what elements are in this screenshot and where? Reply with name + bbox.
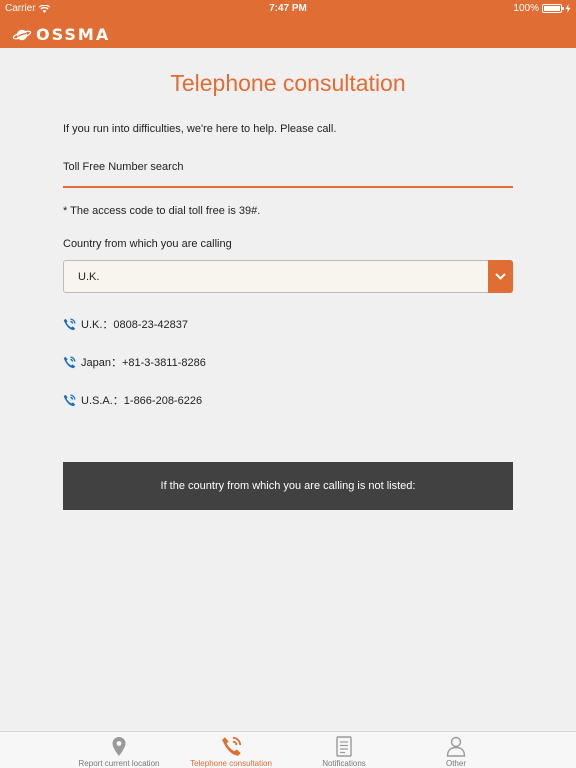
tab-notifications[interactable]: Notifications <box>288 732 400 768</box>
country-select[interactable]: U.K. <box>63 260 513 293</box>
phone-number-text: Japan：+81-3-3811-8286 <box>81 357 206 369</box>
country-select-toggle[interactable] <box>488 260 513 293</box>
access-code-note: * The access code to dial toll free is 3… <box>63 205 261 217</box>
chevron-down-icon <box>495 273 506 280</box>
status-bar: Carrier 7:47 PM 100% <box>0 0 576 18</box>
charging-bolt-icon <box>565 4 571 13</box>
app-header: Carrier 7:47 PM 100% OSSMA <box>0 0 576 48</box>
person-icon <box>446 736 466 757</box>
section-divider <box>63 186 513 188</box>
app-logo: OSSMA <box>12 25 110 44</box>
toll-free-section-title: Toll Free Number search <box>63 161 184 173</box>
tab-bar: Report current location Telephone consul… <box>0 731 576 768</box>
intro-text: If you run into difficulties, we're here… <box>63 123 337 135</box>
phone-icon <box>63 317 76 330</box>
country-select-label: Country from which you are calling <box>63 238 232 250</box>
status-battery-group: 100% <box>513 3 571 14</box>
planet-logo-icon <box>12 29 32 40</box>
phone-number-text: U.K.：0808-23-42837 <box>81 319 189 331</box>
logo-text: OSSMA <box>36 25 111 44</box>
phone-number-usa[interactable]: U.S.A.：1-866-208-6226 <box>63 392 202 408</box>
tab-label: Other <box>445 759 466 768</box>
page-title: Telephone consultation <box>170 70 406 96</box>
battery-fill <box>544 6 560 11</box>
phone-number-japan[interactable]: Japan：+81-3-3811-8286 <box>63 354 206 370</box>
battery-icon <box>542 4 564 13</box>
tab-other[interactable]: Other <box>400 732 512 768</box>
document-icon <box>336 735 352 757</box>
country-select-value: U.K. <box>78 271 100 283</box>
battery-percent: 100% <box>513 3 539 14</box>
tab-label: Notifications <box>322 759 366 768</box>
phone-icon <box>63 355 76 368</box>
phone-icon <box>63 393 76 406</box>
phone-number-uk[interactable]: U.K.：0808-23-42837 <box>63 316 188 332</box>
status-time: 7:47 PM <box>269 3 307 14</box>
location-pin-icon <box>112 736 126 756</box>
tab-label: Telephone consultation <box>190 759 272 768</box>
country-not-listed-button[interactable]: If the country from which you are callin… <box>63 462 513 510</box>
tab-report-location[interactable]: Report current location <box>63 732 175 768</box>
phone-icon <box>221 736 241 756</box>
tab-telephone-consultation[interactable]: Telephone consultation <box>175 732 287 768</box>
phone-number-text: U.S.A.：1-866-208-6226 <box>81 395 203 407</box>
tab-label: Report current location <box>78 759 160 768</box>
